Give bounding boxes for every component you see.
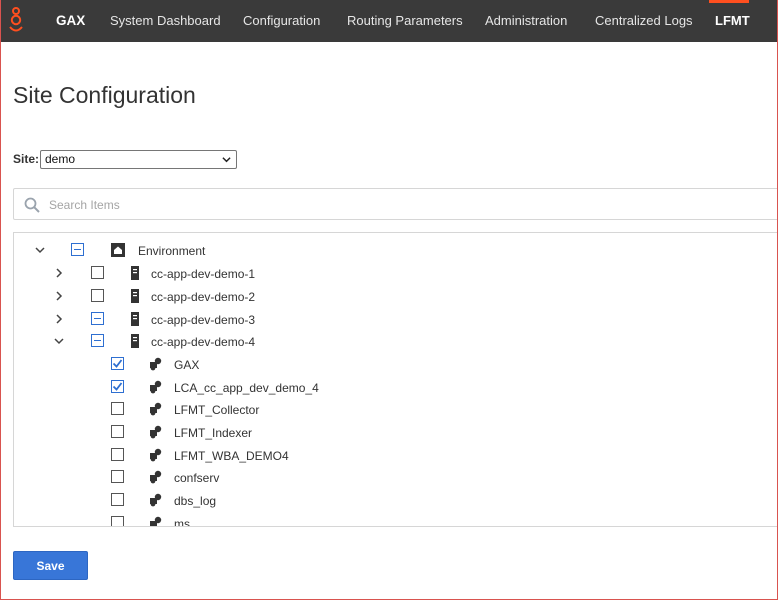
tree-row-host[interactable]: cc-app-dev-demo-3 (14, 308, 778, 330)
nav-item-administration[interactable]: Administration (485, 0, 567, 42)
server-icon (131, 334, 139, 348)
top-navbar: GAX System Dashboard Configuration Routi… (0, 0, 778, 42)
tree-label[interactable]: cc-app-dev-demo-2 (151, 290, 255, 304)
application-icon (150, 380, 162, 394)
search-placeholder: Search Items (49, 198, 120, 212)
chevron-down-icon[interactable] (34, 244, 46, 256)
search-input[interactable]: Search Items (13, 188, 778, 220)
tree-row-application[interactable]: LFMT_WBA_DEMO4 (14, 444, 778, 466)
server-icon (131, 266, 139, 280)
tree-row-environment[interactable]: Environment (14, 239, 778, 261)
home-icon (111, 243, 125, 257)
active-tab-indicator (709, 0, 749, 3)
nav-item-routing-parameters[interactable]: Routing Parameters (347, 0, 463, 42)
tree-label[interactable]: cc-app-dev-demo-3 (151, 313, 255, 327)
tree-label[interactable]: dbs_log (174, 494, 216, 508)
tree-label[interactable]: LFMT_Collector (174, 403, 259, 417)
server-icon (131, 289, 139, 303)
application-icon (150, 402, 162, 416)
site-tree[interactable]: Environment cc-app-dev-demo-1 cc-app-dev… (13, 232, 778, 527)
tree-checkbox[interactable] (71, 243, 84, 256)
tree-row-host[interactable]: cc-app-dev-demo-2 (14, 285, 778, 307)
tree-row-host[interactable]: cc-app-dev-demo-4 (14, 330, 778, 352)
genesys-logo-icon[interactable] (6, 6, 26, 36)
tree-row-application[interactable]: confserv (14, 466, 778, 488)
application-icon (150, 470, 162, 484)
tree-checkbox[interactable] (91, 334, 104, 347)
tree-checkbox[interactable] (111, 448, 124, 461)
nav-brand-gax[interactable]: GAX (56, 0, 85, 42)
site-selected-value: demo (45, 152, 76, 166)
tree-label[interactable]: LCA_cc_app_dev_demo_4 (174, 381, 319, 395)
tree-checkbox[interactable] (91, 289, 104, 302)
application-icon (150, 448, 162, 462)
tree-label[interactable]: LFMT_WBA_DEMO4 (174, 449, 289, 463)
tree-checkbox[interactable] (91, 266, 104, 279)
tree-row-application[interactable]: dbs_log (14, 489, 778, 511)
page-title: Site Configuration (13, 82, 196, 108)
tree-row-application[interactable]: LFMT_Indexer (14, 421, 778, 443)
nav-item-configuration[interactable]: Configuration (243, 0, 320, 42)
tree-checkbox[interactable] (111, 516, 124, 526)
tree-label[interactable]: Environment (138, 244, 205, 258)
tree-checkbox[interactable] (111, 493, 124, 506)
nav-item-system-dashboard[interactable]: System Dashboard (110, 0, 221, 42)
tree-row-application[interactable]: LCA_cc_app_dev_demo_4 (14, 376, 778, 398)
tree-row-application[interactable]: ms (14, 512, 778, 526)
chevron-right-icon[interactable] (53, 267, 65, 279)
search-icon (24, 197, 40, 213)
tree-label[interactable]: GAX (174, 358, 199, 372)
tree-label[interactable]: ms (174, 517, 190, 526)
chevron-right-icon[interactable] (53, 290, 65, 302)
application-icon (150, 516, 162, 526)
tree-row-application[interactable]: GAX (14, 353, 778, 375)
tree-label[interactable]: LFMT_Indexer (174, 426, 252, 440)
server-icon (131, 312, 139, 326)
tree-label[interactable]: cc-app-dev-demo-1 (151, 267, 255, 281)
tree-checkbox[interactable] (91, 312, 104, 325)
nav-item-centralized-logs[interactable]: Centralized Logs (595, 0, 693, 42)
save-button[interactable]: Save (13, 551, 88, 580)
tree-label[interactable]: cc-app-dev-demo-4 (151, 335, 255, 349)
tree-row-host[interactable]: cc-app-dev-demo-1 (14, 262, 778, 284)
application-icon (150, 493, 162, 507)
site-select[interactable]: demo (40, 150, 237, 169)
tree-checkbox[interactable] (111, 425, 124, 438)
checkbox-checked-icon[interactable] (111, 380, 124, 393)
tree-checkbox[interactable] (111, 402, 124, 415)
chevron-down-icon[interactable] (53, 335, 65, 347)
site-label: Site: (13, 152, 40, 166)
tree-checkbox[interactable] (111, 470, 124, 483)
checkbox-checked-icon[interactable] (111, 357, 124, 370)
tree-row-application[interactable]: LFMT_Collector (14, 398, 778, 420)
chevron-right-icon[interactable] (53, 313, 65, 325)
tree-label[interactable]: confserv (174, 471, 219, 485)
nav-item-lfmt[interactable]: LFMT (715, 0, 750, 42)
application-icon (150, 425, 162, 439)
application-icon (150, 357, 162, 371)
chevron-down-icon (222, 157, 231, 163)
